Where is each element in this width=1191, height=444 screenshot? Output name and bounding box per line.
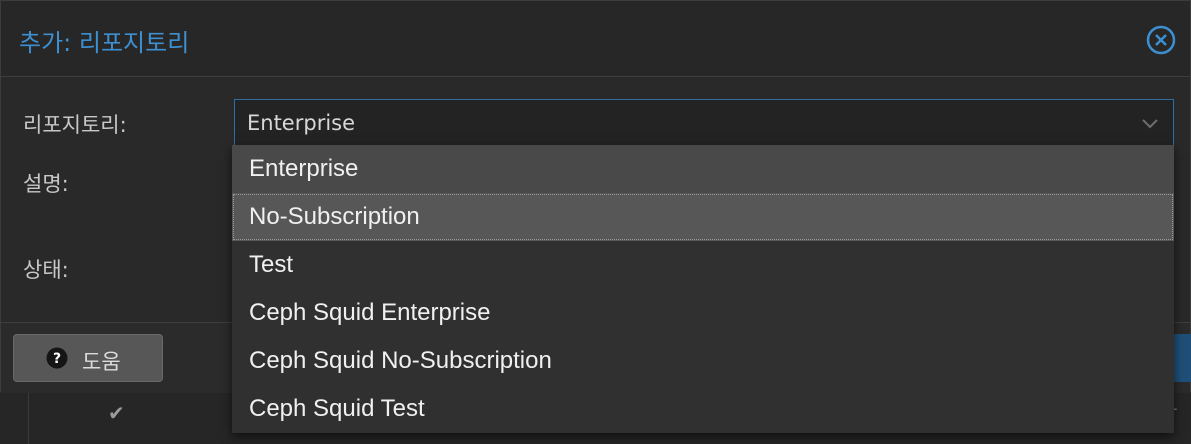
help-button[interactable]: ? 도움 — [13, 334, 163, 382]
question-circle-icon: ? — [46, 347, 68, 369]
repository-combobox-value: Enterprise — [247, 111, 356, 135]
chevron-down-icon[interactable] — [1139, 112, 1161, 134]
add-button[interactable] — [1171, 334, 1191, 382]
help-button-label: 도움 — [82, 350, 121, 374]
dropdown-option-enterprise[interactable]: Enterprise — [232, 145, 1174, 193]
dialog-title: 추가: 리포지토리 — [19, 29, 190, 57]
repository-dropdown-list: Enterprise No-Subscription Test Ceph Squ… — [232, 145, 1174, 433]
dropdown-option-ceph-squid-no-subscription[interactable]: Ceph Squid No-Subscription — [232, 337, 1174, 385]
repository-combobox[interactable]: Enterprise — [234, 99, 1174, 147]
description-label: 설명: — [23, 172, 69, 196]
close-circle-icon[interactable] — [1146, 25, 1176, 55]
dropdown-option-test[interactable]: Test — [232, 241, 1174, 289]
dropdown-option-ceph-squid-test[interactable]: Ceph Squid Test — [232, 385, 1174, 433]
svg-text:?: ? — [53, 351, 61, 367]
dropdown-option-ceph-squid-enterprise[interactable]: Ceph Squid Enterprise — [232, 289, 1174, 337]
repository-label: 리포지토리: — [23, 113, 127, 137]
background-grid-divider — [28, 392, 29, 444]
checkmark-icon: ✔ — [108, 401, 125, 425]
status-label: 상태: — [23, 258, 69, 282]
dropdown-option-no-subscription[interactable]: No-Subscription — [232, 193, 1174, 241]
dialog-titlebar: 추가: 리포지토리 — [1, 1, 1190, 77]
